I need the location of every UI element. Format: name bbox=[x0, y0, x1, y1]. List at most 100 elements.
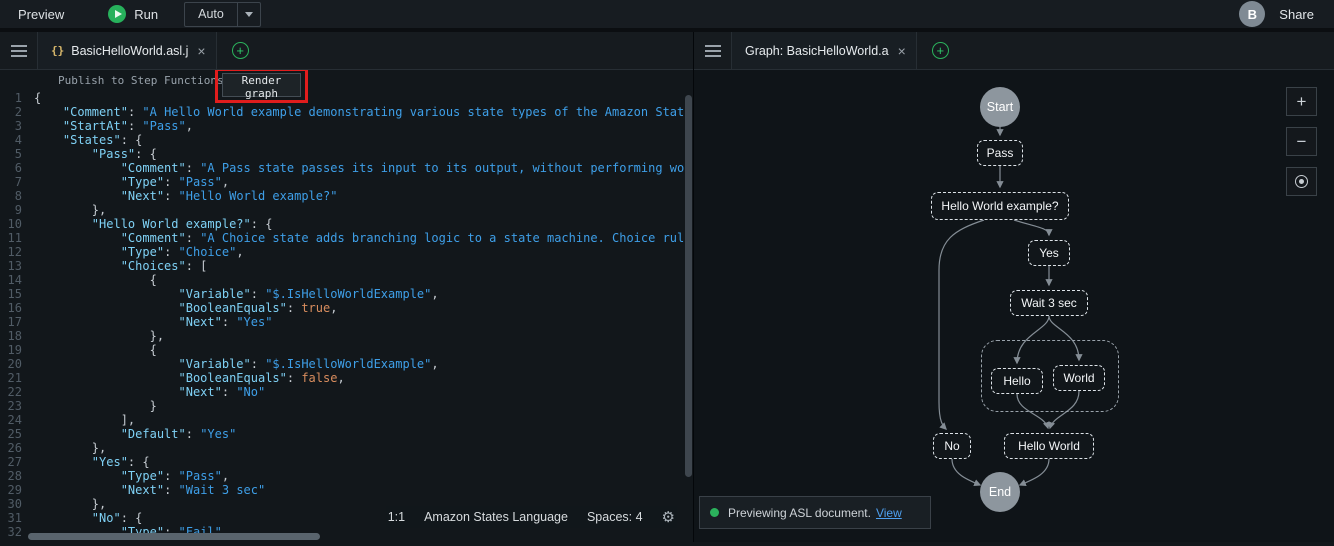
asl-preview-status: Previewing ASL document. View bbox=[699, 496, 931, 529]
line-number: 23 bbox=[0, 399, 34, 413]
share-button[interactable]: Share bbox=[1279, 7, 1314, 22]
code-text: } bbox=[34, 399, 157, 413]
line-number: 1 bbox=[0, 91, 34, 105]
publish-to-step-functions-link[interactable]: Publish to Step Functions bbox=[58, 74, 224, 87]
line-number: 16 bbox=[0, 301, 34, 315]
cursor-position[interactable]: 1:1 bbox=[388, 510, 405, 524]
graph-node-choice[interactable]: Hello World example? bbox=[931, 192, 1069, 220]
settings-gear-icon[interactable]: ⚙ bbox=[662, 508, 675, 526]
code-line-29[interactable]: 29 "Next": "Wait 3 sec" bbox=[0, 483, 693, 497]
code-text: "Comment": "A Hello World example demons… bbox=[34, 105, 684, 119]
editor-toolbar: Publish to Step Functions Render graph bbox=[58, 74, 224, 87]
tab-graph-basichelloworld[interactable]: Graph: BasicHelloWorld.a × bbox=[732, 32, 917, 69]
new-tab-button[interactable]: + bbox=[232, 42, 249, 59]
graph-node-start[interactable]: Start bbox=[980, 87, 1020, 127]
chevron-down-icon bbox=[245, 12, 253, 17]
code-line-12[interactable]: 12 "Type": "Choice", bbox=[0, 245, 693, 259]
code-text: }, bbox=[34, 497, 106, 511]
code-line-19[interactable]: 19 { bbox=[0, 343, 693, 357]
code-line-5[interactable]: 5 "Pass": { bbox=[0, 147, 693, 161]
code-line-17[interactable]: 17 "Next": "Yes" bbox=[0, 315, 693, 329]
user-avatar[interactable]: B bbox=[1239, 1, 1265, 27]
code-line-20[interactable]: 20 "Variable": "$.IsHelloWorldExample", bbox=[0, 357, 693, 371]
code-line-27[interactable]: 27 "Yes": { bbox=[0, 455, 693, 469]
render-graph-button[interactable]: Render graph bbox=[222, 73, 301, 97]
code-text: }, bbox=[34, 329, 164, 343]
editor-panel-menu-button[interactable] bbox=[0, 32, 38, 69]
graph-node-hello[interactable]: Hello bbox=[991, 368, 1043, 394]
code-line-24[interactable]: 24 ], bbox=[0, 413, 693, 427]
graph-node-pass[interactable]: Pass bbox=[977, 140, 1023, 166]
graph-panel-menu-button[interactable] bbox=[694, 32, 732, 69]
code-line-13[interactable]: 13 "Choices": [ bbox=[0, 259, 693, 273]
topbar-right-group: B Share bbox=[1239, 1, 1334, 27]
code-text: ], bbox=[34, 413, 135, 427]
tab-basichelloworld-asl[interactable]: {} BasicHelloWorld.asl.j × bbox=[38, 32, 217, 69]
code-text: }, bbox=[34, 441, 106, 455]
editor-tab-bar: {} BasicHelloWorld.asl.j × + bbox=[0, 32, 693, 70]
auto-run-selected-value[interactable]: Auto bbox=[185, 3, 237, 26]
code-line-11[interactable]: 11 "Comment": "A Choice state adds branc… bbox=[0, 231, 693, 245]
auto-run-dropdown[interactable]: Auto bbox=[184, 2, 261, 27]
code-line-4[interactable]: 4 "States": { bbox=[0, 133, 693, 147]
graph-tab-bar: Graph: BasicHelloWorld.a × + bbox=[694, 32, 1334, 70]
graph-canvas[interactable]: Start Pass Hello World example? Yes Wait… bbox=[694, 70, 1334, 542]
code-line-22[interactable]: 22 "Next": "No" bbox=[0, 385, 693, 399]
code-text: "Next": "Hello World example?" bbox=[34, 189, 337, 203]
code-line-18[interactable]: 18 }, bbox=[0, 329, 693, 343]
code-line-6[interactable]: 6 "Comment": "A Pass state passes its in… bbox=[0, 161, 693, 175]
zoom-in-button[interactable]: + bbox=[1286, 87, 1317, 116]
line-number: 6 bbox=[0, 161, 34, 175]
tab-close-icon[interactable]: × bbox=[197, 44, 205, 58]
code-line-21[interactable]: 21 "BooleanEquals": false, bbox=[0, 371, 693, 385]
code-line-16[interactable]: 16 "BooleanEquals": true, bbox=[0, 301, 693, 315]
code-text: }, bbox=[34, 203, 106, 217]
code-text: { bbox=[34, 343, 157, 357]
graph-node-no[interactable]: No bbox=[933, 433, 971, 459]
line-number: 4 bbox=[0, 133, 34, 147]
line-number: 10 bbox=[0, 217, 34, 231]
graph-node-yes[interactable]: Yes bbox=[1028, 240, 1070, 266]
code-line-25[interactable]: 25 "Default": "Yes" bbox=[0, 427, 693, 441]
code-line-7[interactable]: 7 "Type": "Pass", bbox=[0, 175, 693, 189]
preview-label[interactable]: Preview bbox=[18, 7, 64, 22]
code-editor[interactable]: 1{2 "Comment": "A Hello World example de… bbox=[0, 70, 693, 542]
code-line-14[interactable]: 14 { bbox=[0, 273, 693, 287]
code-line-10[interactable]: 10 "Hello World example?": { bbox=[0, 217, 693, 231]
language-mode[interactable]: Amazon States Language bbox=[424, 510, 568, 524]
code-text: { bbox=[34, 91, 41, 105]
code-line-1[interactable]: 1{ bbox=[0, 91, 693, 105]
new-tab-button[interactable]: + bbox=[932, 42, 949, 59]
line-number: 11 bbox=[0, 231, 34, 245]
code-line-23[interactable]: 23 } bbox=[0, 399, 693, 413]
zoom-out-button[interactable]: − bbox=[1286, 127, 1317, 156]
code-text: "Variable": "$.IsHelloWorldExample", bbox=[34, 357, 439, 371]
line-number: 21 bbox=[0, 371, 34, 385]
code-text: "Yes": { bbox=[34, 455, 150, 469]
graph-panel: Graph: BasicHelloWorld.a × + bbox=[694, 32, 1334, 542]
graph-node-wait[interactable]: Wait 3 sec bbox=[1010, 290, 1088, 316]
tab-close-icon[interactable]: × bbox=[898, 44, 906, 58]
horizontal-scrollbar[interactable] bbox=[28, 533, 320, 540]
auto-run-dropdown-toggle[interactable] bbox=[237, 3, 260, 26]
view-link[interactable]: View bbox=[876, 506, 902, 520]
main-split: {} BasicHelloWorld.asl.j × + Publish to … bbox=[0, 32, 1334, 542]
zoom-reset-button[interactable] bbox=[1286, 167, 1317, 196]
editor-panel: {} BasicHelloWorld.asl.j × + Publish to … bbox=[0, 32, 694, 542]
vertical-scrollbar[interactable] bbox=[685, 95, 692, 477]
graph-node-hello-world[interactable]: Hello World bbox=[1004, 433, 1094, 459]
graph-node-world[interactable]: World bbox=[1053, 365, 1105, 391]
code-line-28[interactable]: 28 "Type": "Pass", bbox=[0, 469, 693, 483]
code-line-15[interactable]: 15 "Variable": "$.IsHelloWorldExample", bbox=[0, 287, 693, 301]
code-text: "No": { bbox=[34, 511, 142, 525]
code-line-3[interactable]: 3 "StartAt": "Pass", bbox=[0, 119, 693, 133]
code-line-2[interactable]: 2 "Comment": "A Hello World example demo… bbox=[0, 105, 693, 119]
line-number: 22 bbox=[0, 385, 34, 399]
code-line-9[interactable]: 9 }, bbox=[0, 203, 693, 217]
code-line-26[interactable]: 26 }, bbox=[0, 441, 693, 455]
indentation-setting[interactable]: Spaces: 4 bbox=[587, 510, 643, 524]
code-line-8[interactable]: 8 "Next": "Hello World example?" bbox=[0, 189, 693, 203]
graph-node-end[interactable]: End bbox=[980, 472, 1020, 512]
minus-icon: − bbox=[1297, 132, 1307, 152]
run-button[interactable]: Run bbox=[108, 5, 158, 23]
